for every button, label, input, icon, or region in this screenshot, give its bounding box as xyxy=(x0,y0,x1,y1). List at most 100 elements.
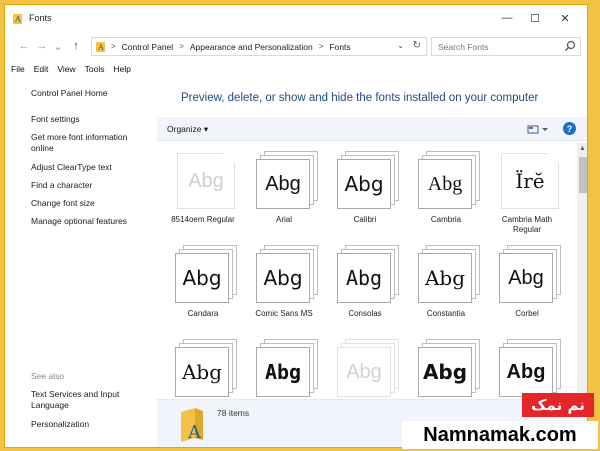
menu-file[interactable]: File xyxy=(11,64,25,74)
font-name: Calibri xyxy=(353,215,377,224)
back-arrow-icon[interactable]: ← xyxy=(17,39,31,53)
sidebar-text-services[interactable]: Text Services and Input Language xyxy=(31,389,149,411)
breadcrumb-fonts[interactable]: Fonts xyxy=(329,42,350,52)
watermark-site: Namnamak.com xyxy=(402,421,598,449)
page-title: Preview, delete, or show and hide the fo… xyxy=(181,92,539,104)
font-sample-text: Abg xyxy=(427,173,463,195)
font-preview: Abg xyxy=(418,339,480,397)
sidebar-get-more-font-info[interactable]: Get more font information online xyxy=(31,132,149,154)
menu-bar: File Edit View Tools Help xyxy=(5,61,587,77)
minimize-button[interactable]: — xyxy=(493,9,521,27)
help-icon[interactable]: ? xyxy=(563,122,576,135)
close-button[interactable]: ✕ xyxy=(551,9,579,27)
menu-help[interactable]: Help xyxy=(113,64,130,74)
font-grid: Abg 8514oem Regular Abg Arial Abg Calibri Abg C… xyxy=(157,143,577,399)
font-name: Comic Sans MS xyxy=(255,309,313,318)
navigation-pane: Control Panel Home Font settings Get mor… xyxy=(5,79,157,447)
font-sample-text: Abg xyxy=(188,170,224,192)
address-bar-row: ← → ⌄ ↑ A > Control Panel > Appearance a… xyxy=(5,35,587,59)
sidebar-find-character[interactable]: Find a character xyxy=(31,180,149,191)
breadcrumb-separator: > xyxy=(179,42,184,51)
font-tile[interactable]: Abg Calibri xyxy=(325,145,405,237)
forward-arrow-icon[interactable]: → xyxy=(35,39,49,53)
change-view-icon[interactable] xyxy=(527,124,549,135)
font-preview: Abg xyxy=(418,151,480,209)
breadcrumb-appearance[interactable]: Appearance and Personalization xyxy=(190,42,313,52)
search-icon[interactable] xyxy=(564,40,576,52)
font-tile[interactable]: Abg xyxy=(325,333,405,399)
font-sample-text: Abg xyxy=(344,172,384,196)
address-field[interactable]: A > Control Panel > Appearance and Perso… xyxy=(91,37,427,56)
font-preview: Abg xyxy=(256,245,318,303)
breadcrumb-separator: > xyxy=(318,42,324,51)
fonts-window: A Fonts — ☐ ✕ ← → ⌄ ↑ A > Control Panel … xyxy=(4,4,588,448)
font-sample-text: Abg xyxy=(424,266,466,290)
font-sample-text: Abg xyxy=(181,360,223,384)
sidebar-font-settings[interactable]: Font settings xyxy=(31,114,149,125)
up-arrow-icon[interactable]: ↑ xyxy=(69,39,83,53)
command-bar: Organize ▾ ? xyxy=(157,117,587,141)
font-preview: Abg xyxy=(256,339,318,397)
vertical-scrollbar[interactable]: ▲ xyxy=(577,143,587,399)
font-tile[interactable]: Abg Candara xyxy=(163,239,243,331)
menu-edit[interactable]: Edit xyxy=(34,64,49,74)
font-tile[interactable]: Abg 8514oem Regular xyxy=(163,145,243,237)
menu-view[interactable]: View xyxy=(57,64,75,74)
font-preview: Abg xyxy=(499,245,561,303)
svg-text:A: A xyxy=(187,422,202,442)
font-sample-text: Abg xyxy=(263,266,303,290)
font-name: Constantia xyxy=(426,309,466,318)
font-preview: Abg xyxy=(337,245,399,303)
item-count: 78 items xyxy=(217,408,250,418)
font-preview: Abg xyxy=(256,151,318,209)
font-tile[interactable]: Abg Consolas xyxy=(325,239,405,331)
sidebar-change-font-size[interactable]: Change font size xyxy=(31,198,149,209)
font-name: Cambria xyxy=(430,215,462,224)
svg-text:A: A xyxy=(14,15,21,24)
breadcrumb-separator: > xyxy=(111,42,116,51)
title-bar[interactable]: A Fonts — ☐ ✕ xyxy=(5,5,587,31)
svg-text:A: A xyxy=(97,43,104,52)
recent-locations-icon[interactable]: ⌄ xyxy=(51,39,65,53)
font-tile[interactable]: Abg xyxy=(163,333,243,399)
sidebar-manage-optional-features[interactable]: Manage optional features xyxy=(31,216,149,227)
font-tile[interactable]: Abg xyxy=(406,333,486,399)
font-sample-text: Abg xyxy=(345,266,383,290)
font-folder-icon: A xyxy=(13,14,22,24)
refresh-icon[interactable]: ↻ xyxy=(413,40,421,51)
font-tile[interactable]: Abg Corbel xyxy=(487,239,567,331)
font-preview: Abg xyxy=(175,151,237,209)
font-sample-text: Abg xyxy=(506,361,546,383)
font-tile[interactable]: Abg xyxy=(244,333,324,399)
font-sample-text: Abg xyxy=(265,173,301,195)
organize-button[interactable]: Organize ▾ xyxy=(167,124,208,135)
search-box[interactable] xyxy=(431,37,581,56)
font-tile[interactable]: Abg Arial xyxy=(244,145,324,237)
font-tile[interactable]: Abg xyxy=(487,333,567,399)
font-preview: Abg xyxy=(418,245,480,303)
font-tile[interactable]: Ïrĕ Cambria Math Regular xyxy=(487,145,567,237)
font-preview: Abg xyxy=(337,339,399,397)
font-name: Consolas xyxy=(348,309,382,318)
fonts-folder-icon: A xyxy=(181,408,203,442)
sidebar-control-panel-home[interactable]: Control Panel Home xyxy=(31,88,149,99)
watermark-brand: نم نمک xyxy=(522,393,594,417)
font-preview: Abg xyxy=(175,339,237,397)
sidebar-personalization[interactable]: Personalization xyxy=(31,419,149,430)
font-tile[interactable]: Abg Constantia xyxy=(406,239,486,331)
maximize-button[interactable]: ☐ xyxy=(521,9,549,27)
font-preview: Ïrĕ xyxy=(499,151,561,209)
search-input[interactable] xyxy=(432,38,552,55)
breadcrumb-control-panel[interactable]: Control Panel xyxy=(122,42,174,52)
font-tile[interactable]: Abg Cambria xyxy=(406,145,486,237)
font-sample-text: Abg xyxy=(264,360,302,384)
address-dropdown-icon[interactable]: ⌄ xyxy=(397,41,404,50)
scroll-up-icon[interactable]: ▲ xyxy=(579,145,586,152)
font-sample-text: Abg xyxy=(346,361,382,383)
font-name: Cambria Math Regular xyxy=(501,215,553,234)
font-tile[interactable]: Abg Comic Sans MS xyxy=(244,239,324,331)
font-sample-text: Abg xyxy=(182,266,222,290)
sidebar-adjust-cleartype[interactable]: Adjust ClearType text xyxy=(31,162,149,173)
scroll-thumb[interactable] xyxy=(579,157,587,193)
menu-tools[interactable]: Tools xyxy=(85,64,105,74)
